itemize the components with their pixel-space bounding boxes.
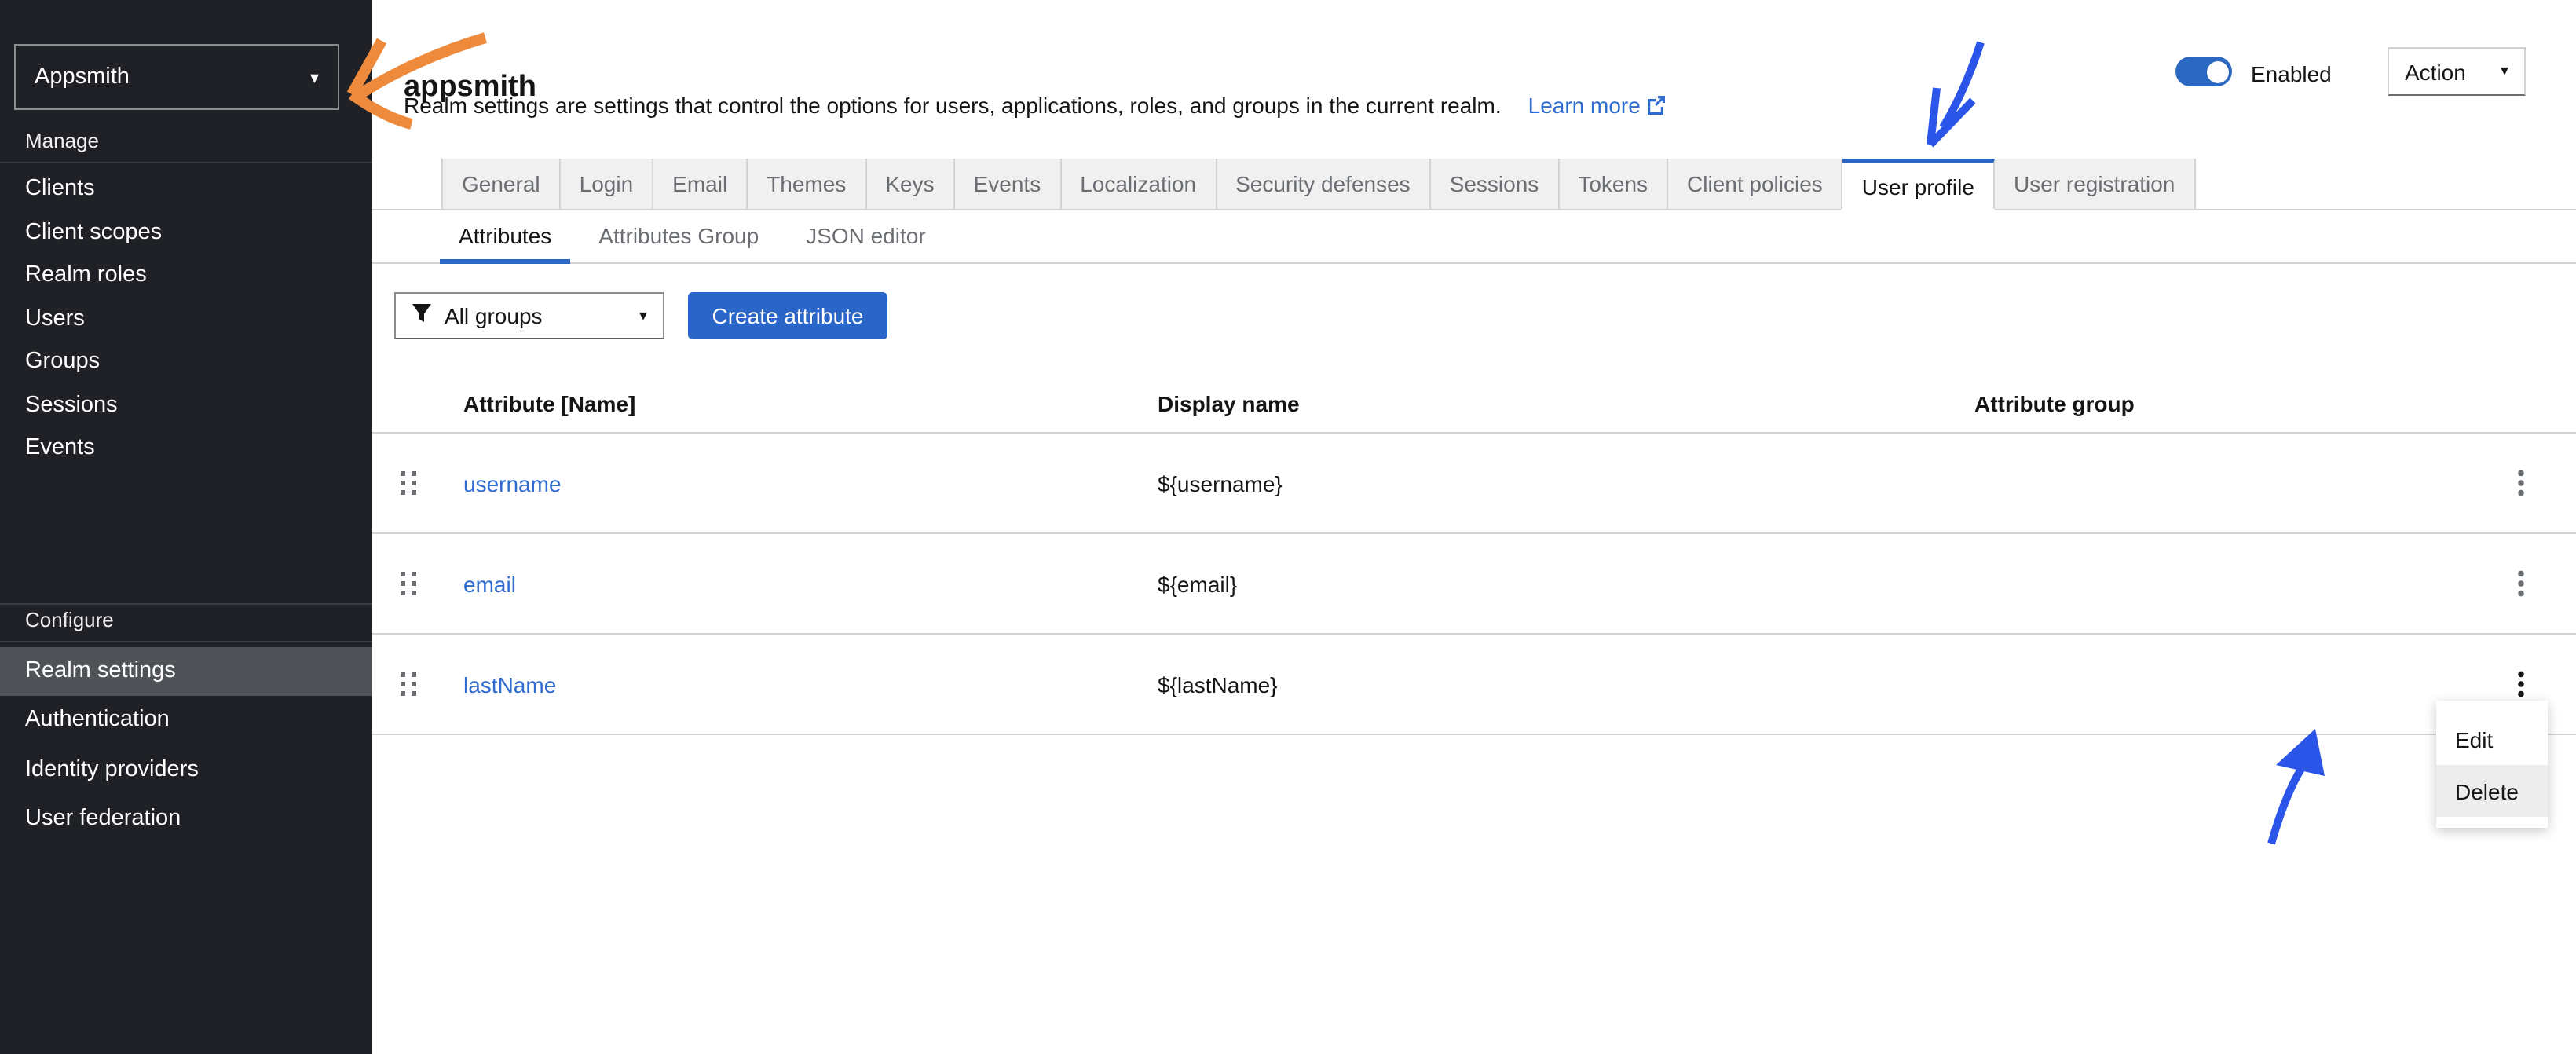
create-attribute-button[interactable]: Create attribute <box>688 292 887 339</box>
sidebar-item-user-federation[interactable]: User federation <box>0 795 372 844</box>
table-header-row: Attribute [Name] Display name Attribute … <box>372 374 2576 434</box>
menu-item-delete[interactable]: Delete <box>2436 765 2548 817</box>
drag-handle-icon[interactable] <box>372 572 445 595</box>
sidebar-item-client-scopes[interactable]: Client scopes <box>0 211 372 254</box>
tab-login[interactable]: Login <box>560 159 654 209</box>
display-name-value: ${username} <box>1158 470 1283 496</box>
display-name-value: ${lastName} <box>1158 672 1278 697</box>
table-row: email ${email} <box>372 534 2576 635</box>
table-row: username ${username} <box>372 434 2576 534</box>
display-name-value: ${email} <box>1158 571 1238 596</box>
caret-down-icon: ▾ <box>2500 63 2508 80</box>
column-header-display-name: Display name <box>1158 390 1300 415</box>
column-header-attribute-group: Attribute group <box>1974 390 2135 415</box>
realm-selector-dropdown[interactable]: Appsmith ▾ <box>14 44 339 110</box>
kebab-menu-icon[interactable] <box>2505 564 2537 603</box>
keycloak-admin-console: Appsmith ▾ Manage Clients Client scopes … <box>0 0 2576 1054</box>
drag-handle-icon[interactable] <box>372 471 445 495</box>
subtab-json-editor[interactable]: JSON editor <box>787 209 945 262</box>
sidebar-item-users[interactable]: Users <box>0 298 372 341</box>
attribute-link-username[interactable]: username <box>463 470 562 496</box>
nav-section-manage: Manage Clients Client scopes Realm roles… <box>0 126 372 470</box>
toggle-knob <box>2206 60 2228 82</box>
group-filter-dropdown[interactable]: All groups ▾ <box>394 292 664 339</box>
tab-user-registration[interactable]: User registration <box>1994 159 2196 209</box>
attribute-link-email[interactable]: email <box>463 571 516 596</box>
column-header-attribute-name: Attribute [Name] <box>463 390 636 415</box>
tab-tokens[interactable]: Tokens <box>1559 159 1669 209</box>
nav-section-label: Configure <box>25 607 114 631</box>
sidebar-item-sessions[interactable]: Sessions <box>0 384 372 427</box>
attributes-table: Attribute [Name] Display name Attribute … <box>372 374 2576 735</box>
caret-down-icon: ▾ <box>639 307 647 324</box>
menu-item-edit[interactable]: Edit <box>2436 713 2548 765</box>
tab-localization[interactable]: Localization <box>1061 159 1217 209</box>
tab-client-policies[interactable]: Client policies <box>1668 159 1843 209</box>
tab-security-defenses[interactable]: Security defenses <box>1217 159 1431 209</box>
sidebar-item-clients[interactable]: Clients <box>0 168 372 211</box>
tab-user-profile[interactable]: User profile <box>1841 159 1995 210</box>
subtabs-row: Attributes Attributes Group JSON editor <box>372 209 2576 264</box>
enabled-label: Enabled <box>2251 61 2332 86</box>
kebab-menu-icon[interactable] <box>2505 463 2537 503</box>
table-row: lastName ${lastName} <box>372 635 2576 735</box>
sidebar-item-realm-settings[interactable]: Realm settings <box>0 646 372 696</box>
main-content: appsmith Realm settings are settings tha… <box>372 0 2576 1054</box>
sidebar-item-authentication[interactable]: Authentication <box>0 696 372 745</box>
tabs-row: General Login Email Themes Keys Events L… <box>372 159 2576 210</box>
filter-icon <box>412 303 432 328</box>
caret-down-icon: ▾ <box>309 68 319 87</box>
page-description: Realm settings are settings that control… <box>404 93 1667 119</box>
tab-events[interactable]: Events <box>954 159 1062 209</box>
toolbar: All groups ▾ Create attribute <box>394 292 887 339</box>
realm-selector-label: Appsmith <box>35 64 130 90</box>
sidebar-item-realm-roles[interactable]: Realm roles <box>0 254 372 298</box>
sidebar-nav: Manage Clients Client scopes Realm roles… <box>0 126 372 844</box>
nav-section-label: Manage <box>25 129 99 152</box>
group-filter-value: All groups <box>445 303 543 328</box>
subtab-attributes-group[interactable]: Attributes Group <box>580 209 778 262</box>
kebab-menu-icon-open[interactable] <box>2505 664 2537 704</box>
action-dropdown[interactable]: Action ▾ <box>2388 47 2526 96</box>
tab-sessions[interactable]: Sessions <box>1430 159 1560 209</box>
sidebar: Appsmith ▾ Manage Clients Client scopes … <box>0 0 372 1054</box>
tab-keys[interactable]: Keys <box>866 159 955 209</box>
enabled-toggle[interactable] <box>2175 57 2232 86</box>
attribute-link-lastname[interactable]: lastName <box>463 672 556 697</box>
sidebar-item-identity-providers[interactable]: Identity providers <box>0 745 372 795</box>
nav-section-configure: Configure Realm settings Authentication … <box>0 602 372 844</box>
subtab-attributes[interactable]: Attributes <box>440 209 571 264</box>
action-dropdown-label: Action <box>2405 59 2466 84</box>
tab-email[interactable]: Email <box>653 159 748 209</box>
sidebar-item-events[interactable]: Events <box>0 427 372 470</box>
tab-general[interactable]: General <box>441 159 561 209</box>
drag-handle-icon[interactable] <box>372 672 445 696</box>
sidebar-item-groups[interactable]: Groups <box>0 341 372 384</box>
learn-more-link[interactable]: Learn more <box>1528 93 1667 118</box>
external-link-icon <box>1647 94 1667 119</box>
tab-themes[interactable]: Themes <box>748 159 867 209</box>
row-actions-menu: Edit Delete <box>2436 701 2548 828</box>
page-description-text: Realm settings are settings that control… <box>404 93 1502 118</box>
